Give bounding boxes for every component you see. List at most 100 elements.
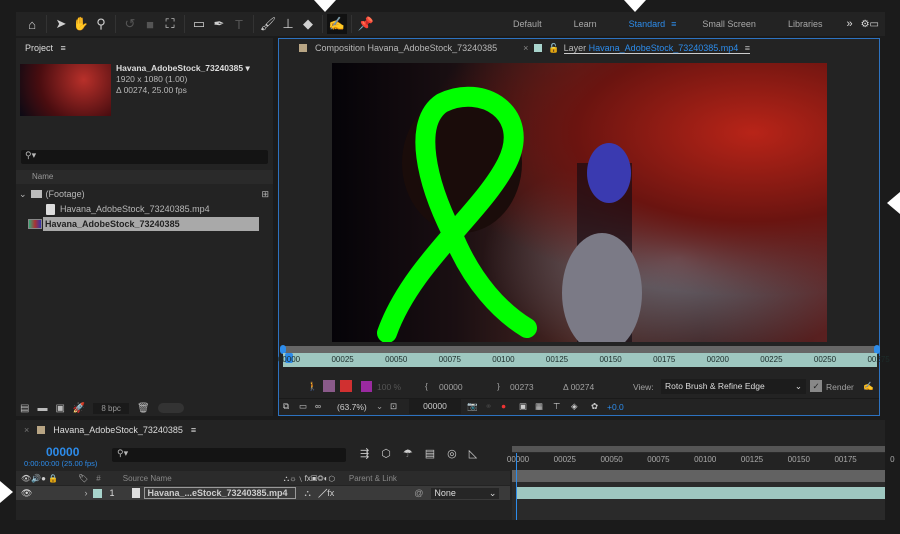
project-panel-title[interactable]: Project ≡ <box>25 43 66 53</box>
scroll-slider[interactable] <box>157 403 184 413</box>
workspace-libraries[interactable]: Libraries <box>788 19 823 29</box>
monitor-icon[interactable]: ▭ <box>299 401 307 412</box>
current-timecode[interactable]: 00000 <box>46 445 79 459</box>
close-icon[interactable]: × <box>24 425 29 435</box>
current-frame-field[interactable]: 00000 <box>409 399 461 414</box>
work-area-bar[interactable] <box>280 345 880 354</box>
composition-mini-flowchart-icon[interactable]: ⇶ <box>360 447 369 460</box>
region-of-interest-icon[interactable]: ⊡ <box>390 401 397 412</box>
video-frame[interactable] <box>332 63 827 342</box>
work-area-bar[interactable] <box>512 470 885 482</box>
parent-select[interactable]: None ⌄ <box>431 487 500 499</box>
roto-person-icon[interactable]: 🚶 <box>307 381 318 392</box>
show-snapshot-icon[interactable]: ⚭ <box>485 401 492 412</box>
folder-row[interactable]: ⌄ (Footage) ⊞ <box>16 187 273 201</box>
render-checkbox[interactable]: ✓ <box>810 380 822 392</box>
hand-icon[interactable]: ✋ <box>71 14 91 34</box>
eye-icon[interactable]: 👁 <box>21 488 32 499</box>
dropdown-icon[interactable]: ▾ <box>245 63 249 73</box>
exposure-value[interactable]: +0.0 <box>607 402 624 412</box>
roto-brush-icon[interactable]: ✍ <box>327 14 347 34</box>
graph-editor-icon[interactable]: ◺ <box>469 447 477 460</box>
view-select[interactable]: Roto Brush & Refine Edge ⌄ <box>661 379 806 394</box>
close-icon[interactable]: × <box>523 43 528 53</box>
chevron-down-icon[interactable]: ⌄ <box>19 189 27 200</box>
workspace-settings-icon[interactable]: ⚙▭ <box>861 19 879 30</box>
workspace-small-screen[interactable]: Small Screen <box>702 19 756 29</box>
column-number[interactable]: # <box>96 474 100 483</box>
type-icon[interactable]: T <box>229 14 249 34</box>
workspace-standard[interactable]: Standard <box>629 19 666 29</box>
panel-menu-icon[interactable]: ≡ <box>191 425 196 435</box>
home-icon[interactable]: ⌂ <box>22 14 42 34</box>
time-navigator[interactable] <box>512 446 885 452</box>
roto-background-icon[interactable] <box>340 380 352 392</box>
snapshot-icon[interactable]: 📷 <box>467 401 478 412</box>
current-time-indicator[interactable] <box>516 453 517 520</box>
overlay-color-swatch[interactable] <box>361 381 372 392</box>
tab-composition[interactable]: Composition Havana_AdobeStock_73240385 <box>315 43 497 53</box>
column-name[interactable]: Name <box>16 170 273 184</box>
camera-icon[interactable]: ■ <box>140 14 160 34</box>
tab-layer[interactable]: Layer Havana_AdobeStock_73240385.mp4 ≡ <box>563 43 751 54</box>
toggle-mask-icon[interactable]: ▣ <box>519 401 527 412</box>
timeline-graph[interactable]: 00000 00025 00050 00075 00100 00125 00150 00175… <box>507 446 895 520</box>
set-in-icon[interactable]: { <box>425 381 428 391</box>
trash-icon[interactable]: 🗑 <box>137 403 150 414</box>
pan-behind-icon[interactable]: ⛶ <box>160 14 180 34</box>
panel-menu-icon[interactable]: ≡ <box>745 43 750 53</box>
column-source-name[interactable]: Source Name <box>123 474 172 483</box>
new-folder-icon[interactable]: ▬ <box>37 403 47 414</box>
render-icon[interactable]: 🚀 <box>73 403 85 414</box>
flowchart-icon[interactable]: ⊞ <box>261 189 269 200</box>
new-composition-icon[interactable]: ▣ <box>55 403 64 414</box>
timeline-search-input[interactable]: ⚲▾ <box>112 448 346 462</box>
column-parent-link[interactable]: Parent & Link <box>349 474 397 483</box>
workspace-default[interactable]: Default <box>513 19 542 29</box>
transparency-grid-icon[interactable]: ▦ <box>535 401 543 412</box>
timeline-tab[interactable]: × Havana_AdobeStock_73240385 ≡ <box>24 425 196 435</box>
set-out-icon[interactable]: } <box>497 381 500 391</box>
layer-name[interactable]: Havana_...eStock_73240385.mp4 <box>144 487 297 499</box>
pick-whip-icon[interactable]: @ <box>414 488 423 498</box>
eraser-icon[interactable]: ◆ <box>298 14 318 34</box>
layer-duration-bar[interactable] <box>516 487 885 499</box>
overlay-opacity[interactable]: 100 % <box>377 382 401 392</box>
rotate-icon[interactable]: ↺ <box>120 14 140 34</box>
expand-chevron-icon[interactable]: › <box>84 488 87 498</box>
workspace-overflow-button[interactable]: » <box>846 18 852 30</box>
layer-label-color[interactable] <box>93 488 103 498</box>
pen-icon[interactable]: ✒ <box>209 14 229 34</box>
puppet-pin-icon[interactable]: 📌 <box>356 14 376 34</box>
fast-previews-icon[interactable]: ◈ <box>571 401 578 412</box>
zoom-select[interactable]: (63.7%) <box>337 402 367 412</box>
always-preview-icon[interactable]: ⧉ <box>283 401 289 412</box>
shy-layers-icon[interactable]: ☂ <box>403 447 413 460</box>
layer-time-ruler[interactable]: 00000 00025 00050 00075 00100 00125 00150 00175… <box>278 353 890 367</box>
zoom-icon[interactable]: ⚲ <box>91 14 111 34</box>
view-options-icon[interactable]: ⊤ <box>553 401 560 412</box>
frame-blending-icon[interactable]: ▤ <box>425 447 435 460</box>
layer-row[interactable]: 👁 › 1 Havana_...eStock_73240385.mp4 ⛬ ╱f… <box>16 486 510 500</box>
timeline-ruler[interactable]: 00000 00025 00050 00075 00100 00125 00150 00175… <box>507 453 895 470</box>
motion-blur-icon[interactable]: ◎ <box>447 447 457 460</box>
roto-foreground-icon[interactable] <box>323 380 335 392</box>
composition-row[interactable]: Havana_AdobeStock_73240385 <box>16 217 259 231</box>
workspace-menu-icon[interactable]: ≡ <box>671 19 676 29</box>
chevron-down-icon[interactable]: ⌄ <box>376 401 383 412</box>
roto-options-icon[interactable]: ✍ <box>863 381 874 392</box>
panel-menu-icon[interactable]: ≡ <box>61 43 66 53</box>
footage-row[interactable]: Havana_AdobeStock_73240385.mp4 <box>16 202 210 216</box>
draft-3d-icon[interactable]: ⬡ <box>381 447 391 460</box>
selection-icon[interactable]: ➤ <box>51 14 71 34</box>
workspace-learn[interactable]: Learn <box>574 19 597 29</box>
lock-icon[interactable]: 🔓 <box>548 43 559 54</box>
interpret-footage-icon[interactable]: ▤ <box>20 403 29 414</box>
channels-icon[interactable]: ● <box>501 401 506 411</box>
out-point[interactable]: 00273 <box>510 382 534 392</box>
brush-icon[interactable]: 🖌 <box>258 14 278 34</box>
in-point[interactable]: 00000 <box>439 382 463 392</box>
reset-exposure-icon[interactable]: ✿ <box>591 401 598 412</box>
layer-switch-icons[interactable]: ⛬ ╱fx <box>304 488 334 499</box>
mask-visibility-icon[interactable]: ∞ <box>315 401 321 411</box>
